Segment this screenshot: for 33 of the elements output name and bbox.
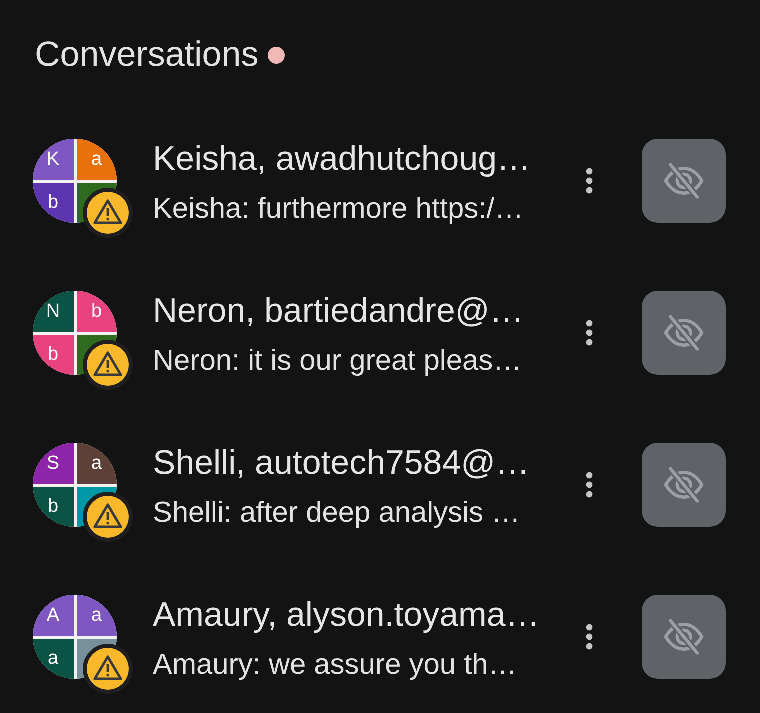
more-vert-icon (586, 320, 592, 346)
avatar-tile: N (33, 291, 74, 332)
more-vert-icon (586, 472, 592, 498)
message-preview: Amaury: we assure you th… (153, 648, 518, 683)
eye-off-icon (662, 162, 706, 200)
message-preview: Neron: it is our great pleas… (153, 344, 524, 379)
eye-off-icon (662, 618, 706, 656)
eye-off-icon (662, 466, 706, 504)
avatar-tile: S (33, 443, 74, 484)
avatar-tile: b (76, 291, 117, 332)
avatar-tile: A (33, 595, 74, 636)
conversation-title[interactable]: Shelli, autotech7584@… (153, 443, 563, 483)
avatar-tile: b (33, 334, 74, 375)
conversation-title[interactable]: Keisha, awadhutchoug… (153, 139, 563, 179)
message-preview: Keisha: furthermore https:/… (153, 192, 525, 227)
hide-button[interactable] (642, 139, 726, 223)
section-title: Conversations (35, 34, 259, 76)
avatar-tile: a (33, 638, 74, 679)
avatar-tile: b (33, 486, 74, 527)
conversation-title[interactable]: Neron, bartiedandre@… (153, 291, 563, 331)
avatar-tile: a (76, 139, 117, 180)
avatar-tile: K (33, 139, 74, 180)
hide-button[interactable] (642, 595, 726, 679)
more-vert-icon (586, 168, 592, 194)
eye-off-icon (662, 314, 706, 352)
hide-button[interactable] (642, 443, 726, 527)
avatar-tile: b (33, 182, 74, 223)
hide-button[interactable] (642, 291, 726, 375)
conversation-title[interactable]: Amaury, alyson.toyama… (153, 595, 563, 635)
avatar-tile: a (76, 443, 117, 484)
avatar-tile: a (76, 595, 117, 636)
more-vert-icon (586, 624, 592, 650)
message-preview: Shelli: after deep analysis … (153, 496, 522, 531)
